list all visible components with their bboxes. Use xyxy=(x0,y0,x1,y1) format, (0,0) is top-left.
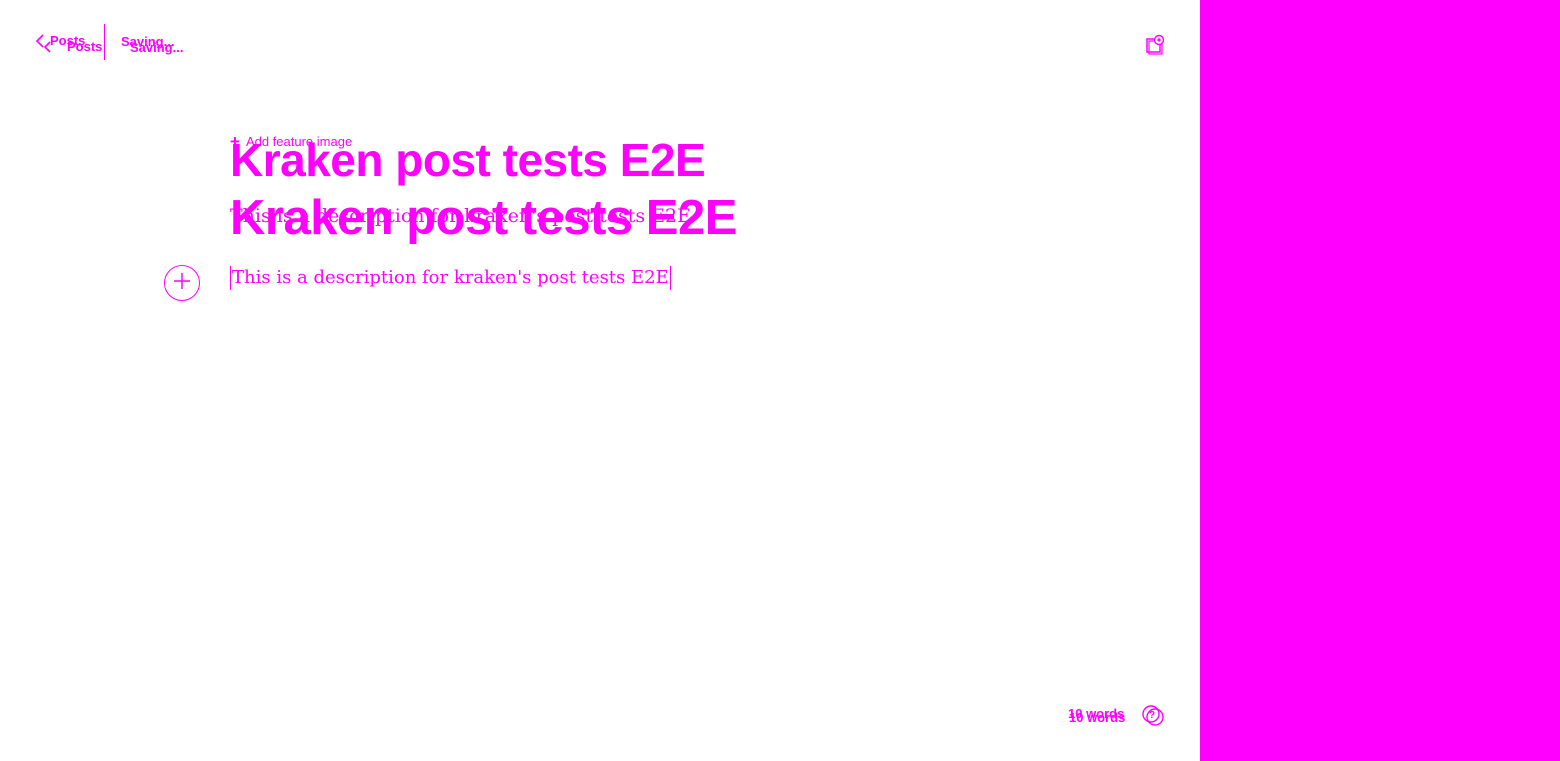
back-link-label: Posts xyxy=(67,39,103,54)
help-icon[interactable]: ? xyxy=(1140,704,1166,733)
post-title-input[interactable]: Kraken post tests E2E xyxy=(230,190,737,246)
settings-panel-icon[interactable] xyxy=(1144,32,1168,61)
plus-circle-icon xyxy=(173,272,191,295)
editor-canvas: Posts Posts Saving... Saving... + Add fe… xyxy=(0,0,1200,761)
svg-text:?: ? xyxy=(1149,710,1155,721)
back-to-posts-link-ghost[interactable]: Posts xyxy=(43,39,102,54)
settings-side-panel xyxy=(1200,0,1560,761)
post-title-ghost: Kraken post tests E2E xyxy=(230,134,706,186)
word-count-ghost: 10 words xyxy=(1069,710,1126,725)
post-body-editor[interactable]: This is a description for kraken's post … xyxy=(230,266,671,290)
add-card-button[interactable] xyxy=(164,265,200,301)
save-status-ghost: Saving... xyxy=(130,40,184,55)
chevron-left-icon xyxy=(43,40,53,53)
header-divider xyxy=(104,24,105,60)
